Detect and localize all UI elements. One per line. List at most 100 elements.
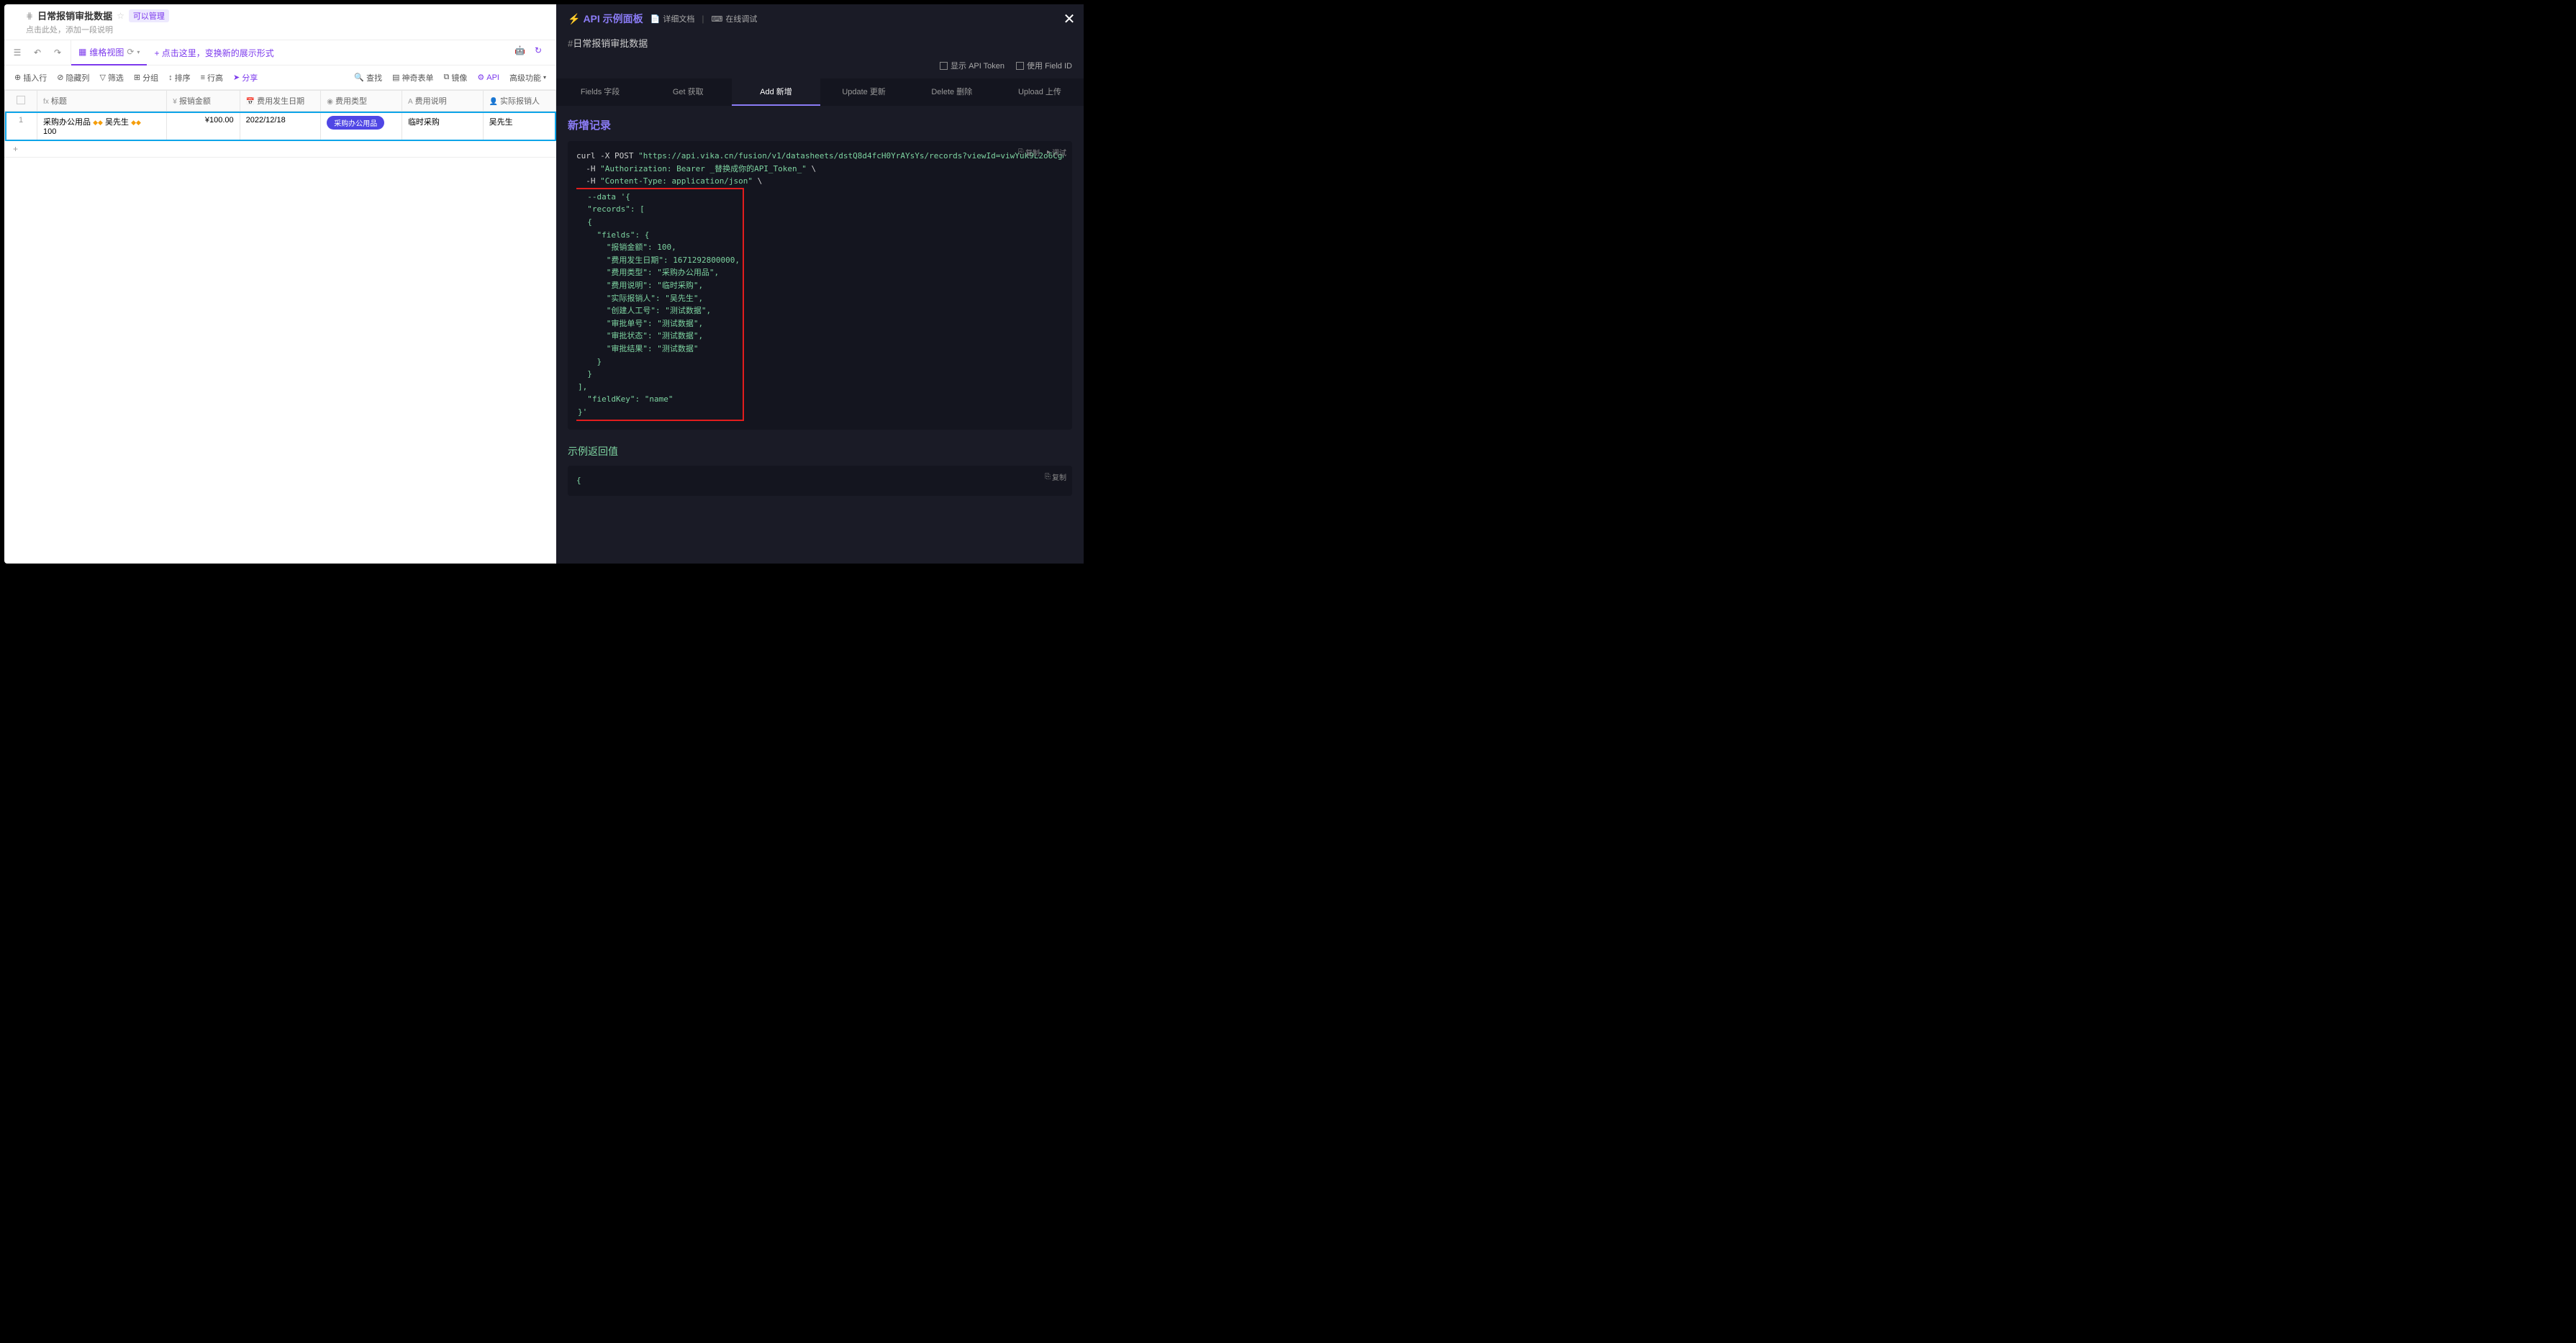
code-seg: { — [576, 476, 581, 485]
advanced-button[interactable]: 高级功能▾ — [505, 70, 550, 86]
cell-person[interactable]: 吴先生 — [483, 112, 555, 141]
mirror-button[interactable]: ⧉镜像 — [440, 70, 472, 86]
row-number[interactable]: 1 — [5, 112, 37, 141]
plus-icon: + — [154, 48, 159, 58]
insert-row-button[interactable]: ⊕插入行 — [10, 70, 51, 86]
code-seg: -H — [576, 176, 600, 186]
table-row[interactable]: 1 采购办公用品 ◆◆ 吴先生 ◆◆ 100 ¥100.00 2022/12/1… — [5, 112, 556, 141]
link-label: 在线调试 — [725, 13, 757, 24]
doc-icon: 📄 — [650, 14, 661, 24]
robot-icon[interactable]: 🤖 — [514, 45, 529, 60]
link-label: 详细文档 — [663, 13, 694, 24]
doc-subtitle[interactable]: 点击此处，添加一段说明 — [4, 24, 556, 40]
diamond-icon: ◆ — [98, 119, 103, 126]
magic-form-button[interactable]: ▤神奇表单 — [388, 70, 437, 86]
tab-add[interactable]: Add 新增 — [732, 78, 820, 106]
header-amount[interactable]: ¥报销金额 — [167, 91, 240, 112]
group-button[interactable]: ⊞分组 — [130, 70, 163, 86]
copy-button[interactable]: ⎘复制 — [1018, 147, 1040, 158]
code-seg: ], — [578, 382, 587, 392]
tool-label: 插入行 — [23, 72, 47, 83]
doc-link[interactable]: 📄 详细文档 — [650, 13, 695, 24]
header-type[interactable]: ◉费用类型 — [321, 91, 402, 112]
chevron-down-icon[interactable]: ▾ — [137, 49, 140, 55]
tab-update[interactable]: Update 更新 — [820, 78, 908, 106]
tab-get[interactable]: Get 获取 — [644, 78, 732, 106]
cell-type[interactable]: 采购办公用品 — [321, 112, 402, 141]
th-label: 标题 — [51, 97, 67, 106]
code-seg: "records": [ — [578, 204, 645, 214]
header-date[interactable]: 📅费用发生日期 — [240, 91, 321, 112]
api-button[interactable]: ⚙API — [473, 70, 504, 86]
header-title[interactable]: fx标题 — [37, 91, 167, 112]
copy-icon: ⎘ — [1018, 148, 1024, 156]
toolbar: ⊕插入行 ⊘隐藏列 ▽筛选 ⊞分组 ↕排序 ≡行高 ➤分享 🔍查找 ▤神奇表单 … — [4, 65, 556, 90]
th-label: 费用类型 — [335, 97, 367, 106]
close-button[interactable]: ✕ — [1061, 10, 1078, 27]
debug-button[interactable]: ▸调试 — [1047, 147, 1066, 158]
cell-date[interactable]: 2022/12/18 — [240, 112, 321, 141]
api-icon: ⚡ — [568, 13, 580, 25]
code-seg: "Content-Type: application/json" — [600, 176, 753, 186]
row-height-button[interactable]: ≡行高 — [196, 70, 227, 86]
copy-button[interactable]: ⎘复制 — [1045, 471, 1066, 482]
sort-button[interactable]: ↕排序 — [164, 70, 195, 86]
header-checkbox[interactable] — [5, 91, 37, 112]
manage-badge[interactable]: 可以管理 — [129, 9, 169, 22]
diamond-icon: ◆ — [131, 119, 136, 126]
code-seg: } — [578, 369, 592, 379]
code-seg: "https://api.vika.cn/fusion/v1/datasheet… — [638, 151, 1063, 160]
share-button[interactable]: ➤分享 — [229, 70, 262, 86]
response-code-block: ⎘复制 { — [568, 466, 1072, 496]
view-tab-grid[interactable]: ▦ 维格视图 ⟳ ▾ — [71, 40, 147, 65]
debug-link[interactable]: ⌨ 在线调试 — [712, 13, 758, 24]
title-part: 采购办公用品 — [43, 118, 91, 127]
sync-icon[interactable]: ↻ — [535, 45, 549, 60]
add-row-button[interactable]: + — [4, 141, 556, 158]
star-icon[interactable]: ☆ — [117, 11, 124, 21]
code-seg: "费用类型": "采购办公用品", — [578, 268, 719, 277]
code-seg: \ — [807, 164, 816, 173]
table-header-row: fx标题 ¥报销金额 📅费用发生日期 ◉费用类型 A费用说明 👤实际报销人 — [5, 91, 556, 112]
add-view-button[interactable]: + 点击这里，变换新的展示形式 — [147, 47, 281, 59]
cell-desc[interactable]: 临时采购 — [402, 112, 483, 141]
play-icon: ▸ — [1047, 148, 1051, 156]
cell-title[interactable]: 采购办公用品 ◆◆ 吴先生 ◆◆ 100 — [37, 112, 167, 141]
th-label: 费用说明 — [415, 97, 447, 106]
code-seg: \ — [753, 176, 762, 186]
separator: | — [702, 14, 704, 24]
tool-label: 隐藏列 — [65, 72, 89, 83]
filter-button[interactable]: ▽筛选 — [95, 70, 127, 86]
use-fieldid-checkbox[interactable]: 使用 Field ID — [1016, 60, 1072, 71]
tool-label: API — [486, 73, 499, 82]
header-desc[interactable]: A费用说明 — [402, 91, 483, 112]
add-view-label: 点击这里，变换新的展示形式 — [162, 48, 274, 58]
tab-upload[interactable]: Upload 上传 — [996, 78, 1084, 106]
tab-fields[interactable]: Fields 字段 — [556, 78, 644, 106]
code-seg: , — [735, 256, 740, 265]
row-height-icon: ≡ — [201, 73, 205, 82]
api-header: ⚡ API 示例面板 📄 详细文档 | ⌨ 在线调试 — [556, 4, 1084, 33]
cell-amount[interactable]: ¥100.00 — [167, 112, 240, 141]
mirror-icon: ⧉ — [444, 73, 450, 82]
code-seg: }' — [578, 407, 587, 417]
checkbox-icon — [1016, 62, 1024, 70]
datasheet-panel: ⋕ 日常报销审批数据 ☆ 可以管理 点击此处，添加一段说明 ☰ ↶ ↷ ▦ 维格… — [4, 4, 556, 564]
th-label: 费用发生日期 — [257, 97, 304, 106]
show-token-checkbox[interactable]: 显示 API Token — [940, 60, 1004, 71]
undo-icon[interactable]: ↶ — [30, 45, 45, 60]
search-button[interactable]: 🔍查找 — [350, 70, 386, 86]
currency-icon: ¥ — [173, 98, 177, 106]
code-pre[interactable]: { — [576, 474, 1063, 487]
hide-col-button[interactable]: ⊘隐藏列 — [53, 70, 94, 86]
code-pre[interactable]: curl -X POST "https://api.vika.cn/fusion… — [576, 150, 1063, 421]
refresh-icon[interactable]: ⟳ — [127, 47, 134, 57]
menu-icon[interactable]: ☰ — [10, 45, 24, 60]
redo-icon[interactable]: ↷ — [50, 45, 65, 60]
code-seg: "Authorization: Bearer _替换成你的API_Token_" — [600, 164, 807, 173]
header-person[interactable]: 👤实际报销人 — [483, 91, 555, 112]
tool-label: 查找 — [366, 72, 382, 83]
tab-delete[interactable]: Delete 删除 — [908, 78, 996, 106]
api-panel-title: ⚡ API 示例面板 — [568, 12, 643, 26]
code-seg: 1671292800000 — [673, 256, 735, 265]
